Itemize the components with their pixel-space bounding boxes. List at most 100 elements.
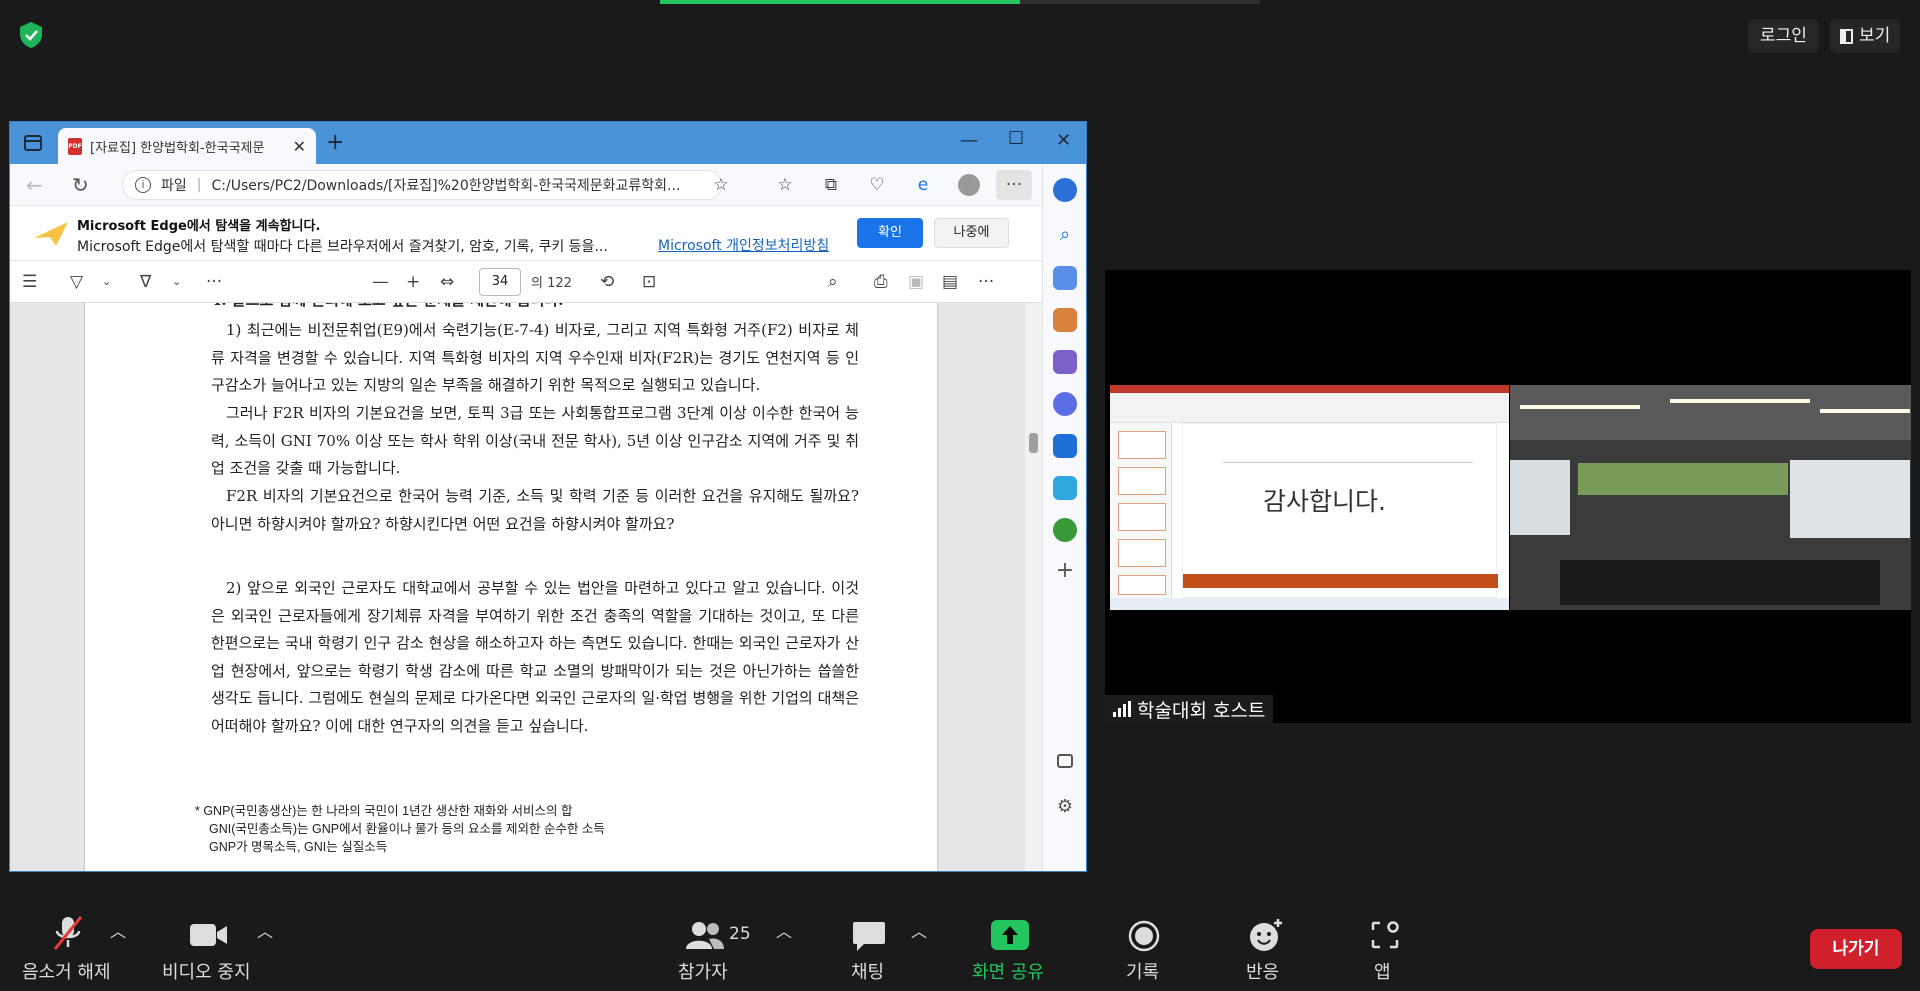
participants-label[interactable]: 참가자: [678, 958, 728, 984]
url-text: C:/Users/PC2/Downloads/[자료집]%20한양법학회-한국국…: [211, 178, 681, 194]
video-tile[interactable]: 감사합니다. 학술대회 호스트: [1105, 270, 1911, 723]
ppt-titlebar: [1110, 385, 1509, 393]
record-icon[interactable]: [1128, 920, 1160, 952]
privacy-policy-link[interactable]: Microsoft 개인정보처리방침: [658, 235, 829, 255]
apps-label[interactable]: 앱: [1374, 958, 1391, 984]
share-screen-icon[interactable]: [991, 920, 1029, 950]
banner-title: Microsoft Edge에서 탐색을 계속합니다.: [77, 219, 321, 234]
ppt-ribbon: [1110, 393, 1509, 423]
games-icon[interactable]: [1053, 350, 1077, 374]
paper-plane-icon: [34, 222, 68, 246]
edge-browser-window: PDF [자료집] 한양법학회-한국국제문 ✕ + — ☐ ✕ ← ↻ i 파일…: [9, 121, 1087, 872]
confirm-button[interactable]: 확인: [857, 218, 923, 248]
signal-strength-icon: [1113, 701, 1131, 717]
zoom-out-icon[interactable]: —: [372, 272, 389, 292]
chat-icon[interactable]: [852, 920, 886, 952]
profile-avatar[interactable]: [958, 174, 980, 196]
refresh-icon[interactable]: ↻: [72, 173, 89, 197]
reactions-label[interactable]: 반응: [1246, 958, 1279, 984]
draw-dropdown-icon[interactable]: ⌄: [172, 272, 181, 292]
maximize-icon[interactable]: ☐: [1008, 128, 1024, 149]
office-icon[interactable]: [1053, 392, 1077, 416]
url-scheme: 파일: [161, 178, 187, 194]
new-tab-icon[interactable]: +: [326, 130, 344, 155]
close-window-icon[interactable]: ✕: [1056, 130, 1071, 151]
participants-caret-icon[interactable]: ︿: [776, 918, 792, 942]
apps-icon[interactable]: [1370, 920, 1400, 950]
sidebar-search-icon[interactable]: ⌕: [1053, 224, 1077, 248]
scroll-thumb[interactable]: [1029, 433, 1038, 453]
rotate-icon[interactable]: ⟲: [600, 272, 614, 292]
fit-page-icon[interactable]: ⇔: [440, 272, 454, 292]
browser-tab[interactable]: PDF [자료집] 한양법학회-한국국제문 ✕: [58, 128, 316, 164]
video-label[interactable]: 비디오 중지: [162, 958, 251, 984]
security-shield-icon[interactable]: [16, 20, 46, 50]
shopping-icon[interactable]: [1053, 266, 1077, 290]
contents-icon[interactable]: ☰: [22, 272, 37, 292]
pdf-more-icon[interactable]: ···: [978, 272, 994, 292]
save-icon[interactable]: ▣: [908, 272, 924, 292]
chat-label[interactable]: 채팅: [851, 958, 884, 984]
page-number-input[interactable]: 34: [479, 268, 521, 296]
back-icon[interactable]: ←: [26, 173, 43, 197]
add-sidebar-icon[interactable]: +: [1053, 560, 1077, 584]
minimize-icon[interactable]: —: [960, 130, 978, 151]
drop-icon[interactable]: [1053, 518, 1077, 542]
participant-name-tag: 학술대회 호스트: [1105, 695, 1274, 723]
doc-paragraph-1: 1) 최근에는 비전문취업(E9)에서 숙련기능(E-7-4) 비자로, 그리고…: [211, 321, 859, 394]
conference-camera-view: [1510, 385, 1911, 610]
bing-copilot-icon[interactable]: [1053, 178, 1077, 202]
chat-caret-icon[interactable]: ︿: [911, 918, 927, 942]
tab-actions-icon[interactable]: [24, 135, 42, 151]
audio-options-caret-icon[interactable]: ︿: [110, 918, 126, 942]
mute-label[interactable]: 음소거 해제: [22, 958, 111, 984]
info-icon[interactable]: i: [135, 177, 151, 193]
pdf-file-icon: PDF: [68, 137, 82, 155]
sidebar-settings-icon[interactable]: ⚙: [1053, 796, 1077, 820]
reactions-icon[interactable]: [1248, 918, 1284, 952]
video-camera-icon[interactable]: [190, 922, 228, 948]
print-icon[interactable]: ⎙: [874, 272, 888, 292]
share-screen-label[interactable]: 화면 공유: [972, 958, 1044, 984]
save-as-icon[interactable]: ▤: [942, 272, 958, 292]
later-button[interactable]: 나중에: [934, 218, 1009, 248]
extensions-icon[interactable]: ♡: [866, 174, 888, 196]
highlight-dropdown-icon[interactable]: ⌄: [102, 272, 111, 292]
video-options-caret-icon[interactable]: ︿: [257, 918, 273, 942]
view-label: 보기: [1859, 26, 1891, 46]
pdf-scrollbar[interactable]: [1025, 303, 1042, 871]
view-layout-icon: [1840, 28, 1853, 44]
url-separator: |: [196, 177, 202, 193]
doc-paragraph-3: F2R 비자의 기본요건으로 한국어 능력 기준, 소득 및 학력 기준 등 이…: [211, 487, 859, 533]
page-total: 의 122: [531, 276, 572, 291]
draw-icon[interactable]: ∇: [140, 272, 151, 292]
zoom-in-icon[interactable]: +: [406, 272, 420, 292]
tools-icon[interactable]: [1053, 308, 1077, 332]
view-button[interactable]: 보기: [1830, 19, 1901, 53]
pdf-viewer: 4. 끝으로 함께 논의해 보고 싶은 문제를 제안해 줍니다. 1) 최근에는…: [10, 303, 1025, 871]
banner-text: Microsoft Edge에서 탐색할 때마다 다른 브라우저에서 즐겨찾기,…: [77, 239, 608, 255]
participants-icon[interactable]: [685, 920, 725, 950]
favorite-star-icon[interactable]: ☆: [710, 174, 732, 196]
browser-essentials-icon[interactable]: e: [912, 174, 934, 196]
tab-bar: PDF [자료집] 한양법학회-한국국제문 ✕ + — ☐ ✕: [10, 122, 1086, 164]
more-tools-icon[interactable]: ···: [206, 272, 222, 292]
highlight-icon[interactable]: ▽: [70, 272, 83, 292]
search-icon[interactable]: ⌕: [828, 272, 838, 292]
outlook-icon[interactable]: [1053, 434, 1077, 458]
hide-sidebar-icon[interactable]: [1057, 754, 1073, 768]
tab-title: [자료집] 한양법학회-한국국제문: [90, 140, 265, 156]
footnote-1: * GNP(국민총생산)는 한 나라의 국민이 1년간 생산한 재화와 서비스의…: [195, 804, 573, 818]
login-button[interactable]: 로그인: [1748, 19, 1819, 53]
record-label[interactable]: 기록: [1126, 958, 1159, 984]
close-tab-icon[interactable]: ✕: [293, 137, 306, 156]
mic-muted-icon[interactable]: [50, 914, 86, 952]
favorites-icon[interactable]: ☆: [774, 174, 796, 196]
more-menu-icon[interactable]: ···: [996, 170, 1032, 200]
collections-icon[interactable]: ⧉: [820, 174, 842, 196]
footnote-3: GNP가 명목소득, GNI는 실질소득: [209, 840, 388, 854]
leave-button[interactable]: 나가기: [1810, 929, 1902, 969]
page-view-icon[interactable]: ⊡: [642, 272, 656, 292]
send-icon[interactable]: [1053, 476, 1077, 500]
url-field[interactable]: i 파일 | C:/Users/PC2/Downloads/[자료집]%20한양…: [122, 170, 722, 200]
